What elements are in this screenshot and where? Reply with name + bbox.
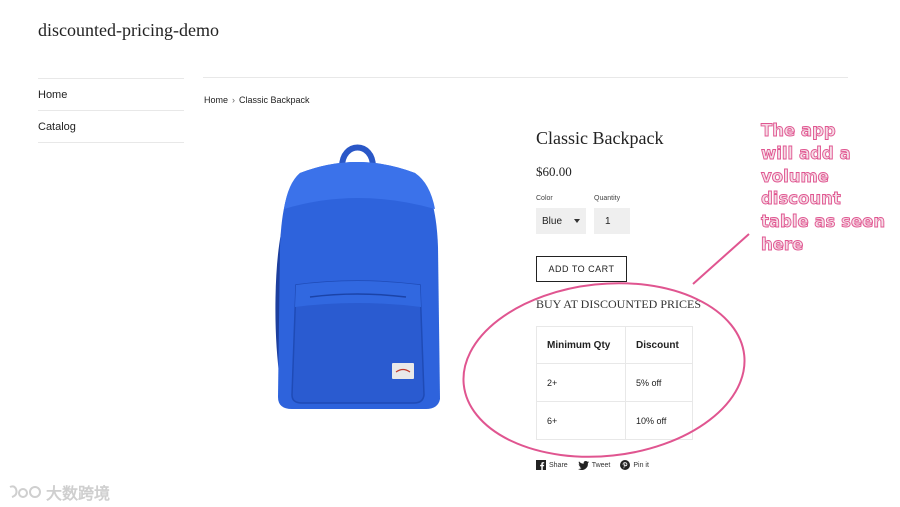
annotation-line: will add a: [761, 143, 851, 163]
annotation-line: volume: [761, 166, 830, 186]
annotation-line: here: [761, 234, 804, 255]
annotation-line: discount: [761, 189, 842, 209]
annotation-line: The app: [761, 121, 837, 141]
watermark-logo-icon: [9, 485, 41, 498]
highlight-ellipse: [462, 282, 746, 458]
annotation-line: table as seen: [761, 212, 886, 232]
watermark-text: 大数跨境: [46, 484, 111, 503]
watermark: 大数跨境: [8, 480, 110, 504]
annotation-arrow-line: [692, 233, 750, 285]
annotation-callout: The app will add a volume discount table…: [761, 120, 891, 257]
